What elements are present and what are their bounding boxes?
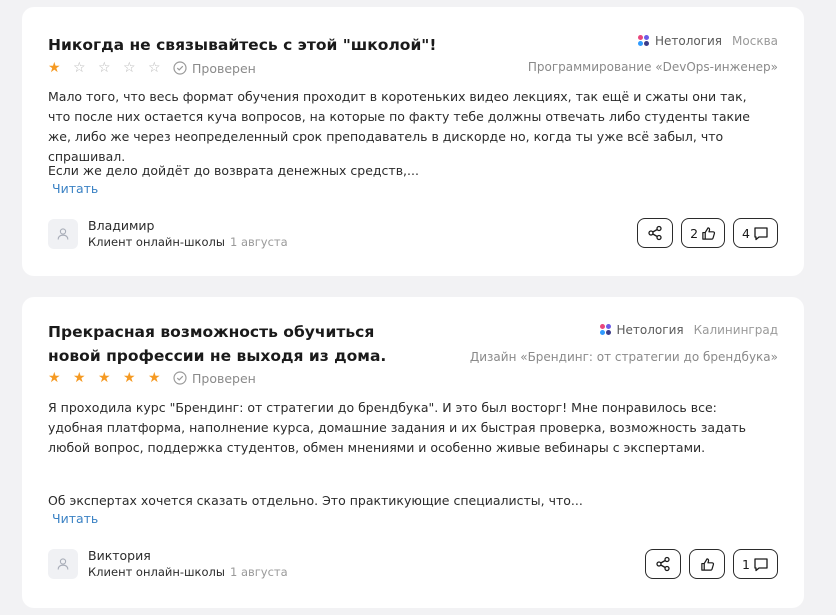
comment-icon bbox=[754, 557, 768, 571]
review-title[interactable]: Прекрасная возможность обучиться новой п… bbox=[48, 320, 418, 368]
comment-button[interactable]: 4 bbox=[733, 218, 778, 248]
verified-badge: Проверен bbox=[173, 371, 256, 386]
comment-count: 4 bbox=[742, 225, 750, 241]
share-icon bbox=[656, 556, 670, 572]
comment-icon bbox=[754, 226, 768, 240]
course-label[interactable]: Программирование «DevOps-инженер» bbox=[528, 60, 778, 74]
review-title[interactable]: Никогда не связывайтесь с этой "школой"! bbox=[48, 33, 436, 57]
author-role: Клиент онлайн-школы bbox=[88, 235, 225, 249]
school-info: Нетология Калининград bbox=[599, 323, 778, 337]
author-name: Виктория bbox=[88, 548, 151, 563]
read-more-link[interactable]: Читать bbox=[52, 181, 98, 196]
comment-count: 1 bbox=[742, 556, 750, 572]
author-block: Владимир Клиент онлайн-школы 1 августа bbox=[48, 217, 288, 250]
user-icon bbox=[57, 557, 69, 570]
star-icon: ☆ bbox=[148, 60, 161, 76]
like-button[interactable] bbox=[689, 549, 726, 579]
review-card: Прекрасная возможность обучиться новой п… bbox=[22, 297, 804, 608]
school-logo-icon bbox=[637, 35, 650, 47]
read-more-link[interactable]: Читать bbox=[52, 511, 98, 526]
star-icon: ☆ bbox=[123, 60, 136, 76]
share-button[interactable] bbox=[645, 549, 682, 579]
thumbs-up-icon bbox=[702, 226, 716, 240]
comment-button[interactable]: 1 bbox=[733, 549, 778, 579]
rating-row: ★ ☆ ☆ ☆ ☆ Проверен bbox=[48, 59, 256, 77]
shield-check-icon bbox=[173, 61, 187, 75]
rating-row: ★ ★ ★ ★ ★ Проверен bbox=[48, 369, 256, 387]
review-text-truncated: Об экспертах хочется сказать отдельно. Э… bbox=[48, 493, 583, 508]
shield-check-icon bbox=[173, 371, 187, 385]
star-icon: ☆ bbox=[98, 60, 111, 76]
share-button[interactable] bbox=[637, 218, 674, 248]
avatar bbox=[48, 548, 78, 579]
school-info: Нетология Москва bbox=[637, 34, 778, 48]
star-icon: ★ bbox=[148, 370, 161, 386]
review-text: Мало того, что весь формат обучения прох… bbox=[48, 89, 750, 164]
school-logo-icon bbox=[599, 324, 612, 336]
review-actions: 1 bbox=[645, 549, 778, 579]
review-date: 1 августа bbox=[229, 235, 288, 249]
share-icon bbox=[648, 225, 662, 241]
review-text: Я проходила курс "Брендинг: от стратегии… bbox=[48, 400, 747, 455]
author-role: Клиент онлайн-школы bbox=[88, 565, 225, 579]
star-icon: ★ bbox=[73, 370, 86, 386]
user-icon bbox=[57, 227, 69, 240]
review-card: Никогда не связывайтесь с этой "школой"!… bbox=[22, 7, 804, 276]
like-button[interactable]: 2 bbox=[681, 218, 726, 248]
thumbs-up-icon bbox=[700, 557, 714, 571]
review-date: 1 августа bbox=[229, 565, 288, 579]
star-icon: ★ bbox=[48, 60, 61, 76]
verified-badge: Проверен bbox=[173, 61, 256, 76]
star-icon: ☆ bbox=[73, 60, 86, 76]
review-actions: 2 4 bbox=[637, 218, 778, 248]
verified-label: Проверен bbox=[192, 370, 256, 386]
verified-label: Проверен bbox=[192, 60, 256, 76]
star-icon: ★ bbox=[48, 370, 61, 386]
star-icon: ★ bbox=[123, 370, 136, 386]
author-name: Владимир bbox=[88, 218, 155, 233]
like-count: 2 bbox=[690, 225, 699, 241]
star-icon: ★ bbox=[98, 370, 111, 386]
review-text-truncated: Если же дело дойдёт до возврата денежных… bbox=[48, 163, 419, 178]
school-name[interactable]: Нетология bbox=[617, 323, 684, 337]
avatar bbox=[48, 218, 78, 249]
author-block: Виктория Клиент онлайн-школы 1 августа bbox=[48, 547, 288, 580]
course-label[interactable]: Дизайн «Брендинг: от стратегии до брендб… bbox=[470, 350, 778, 364]
school-name[interactable]: Нетология bbox=[655, 34, 722, 48]
city-label: Москва bbox=[732, 34, 778, 48]
city-label: Калининград bbox=[693, 323, 778, 337]
